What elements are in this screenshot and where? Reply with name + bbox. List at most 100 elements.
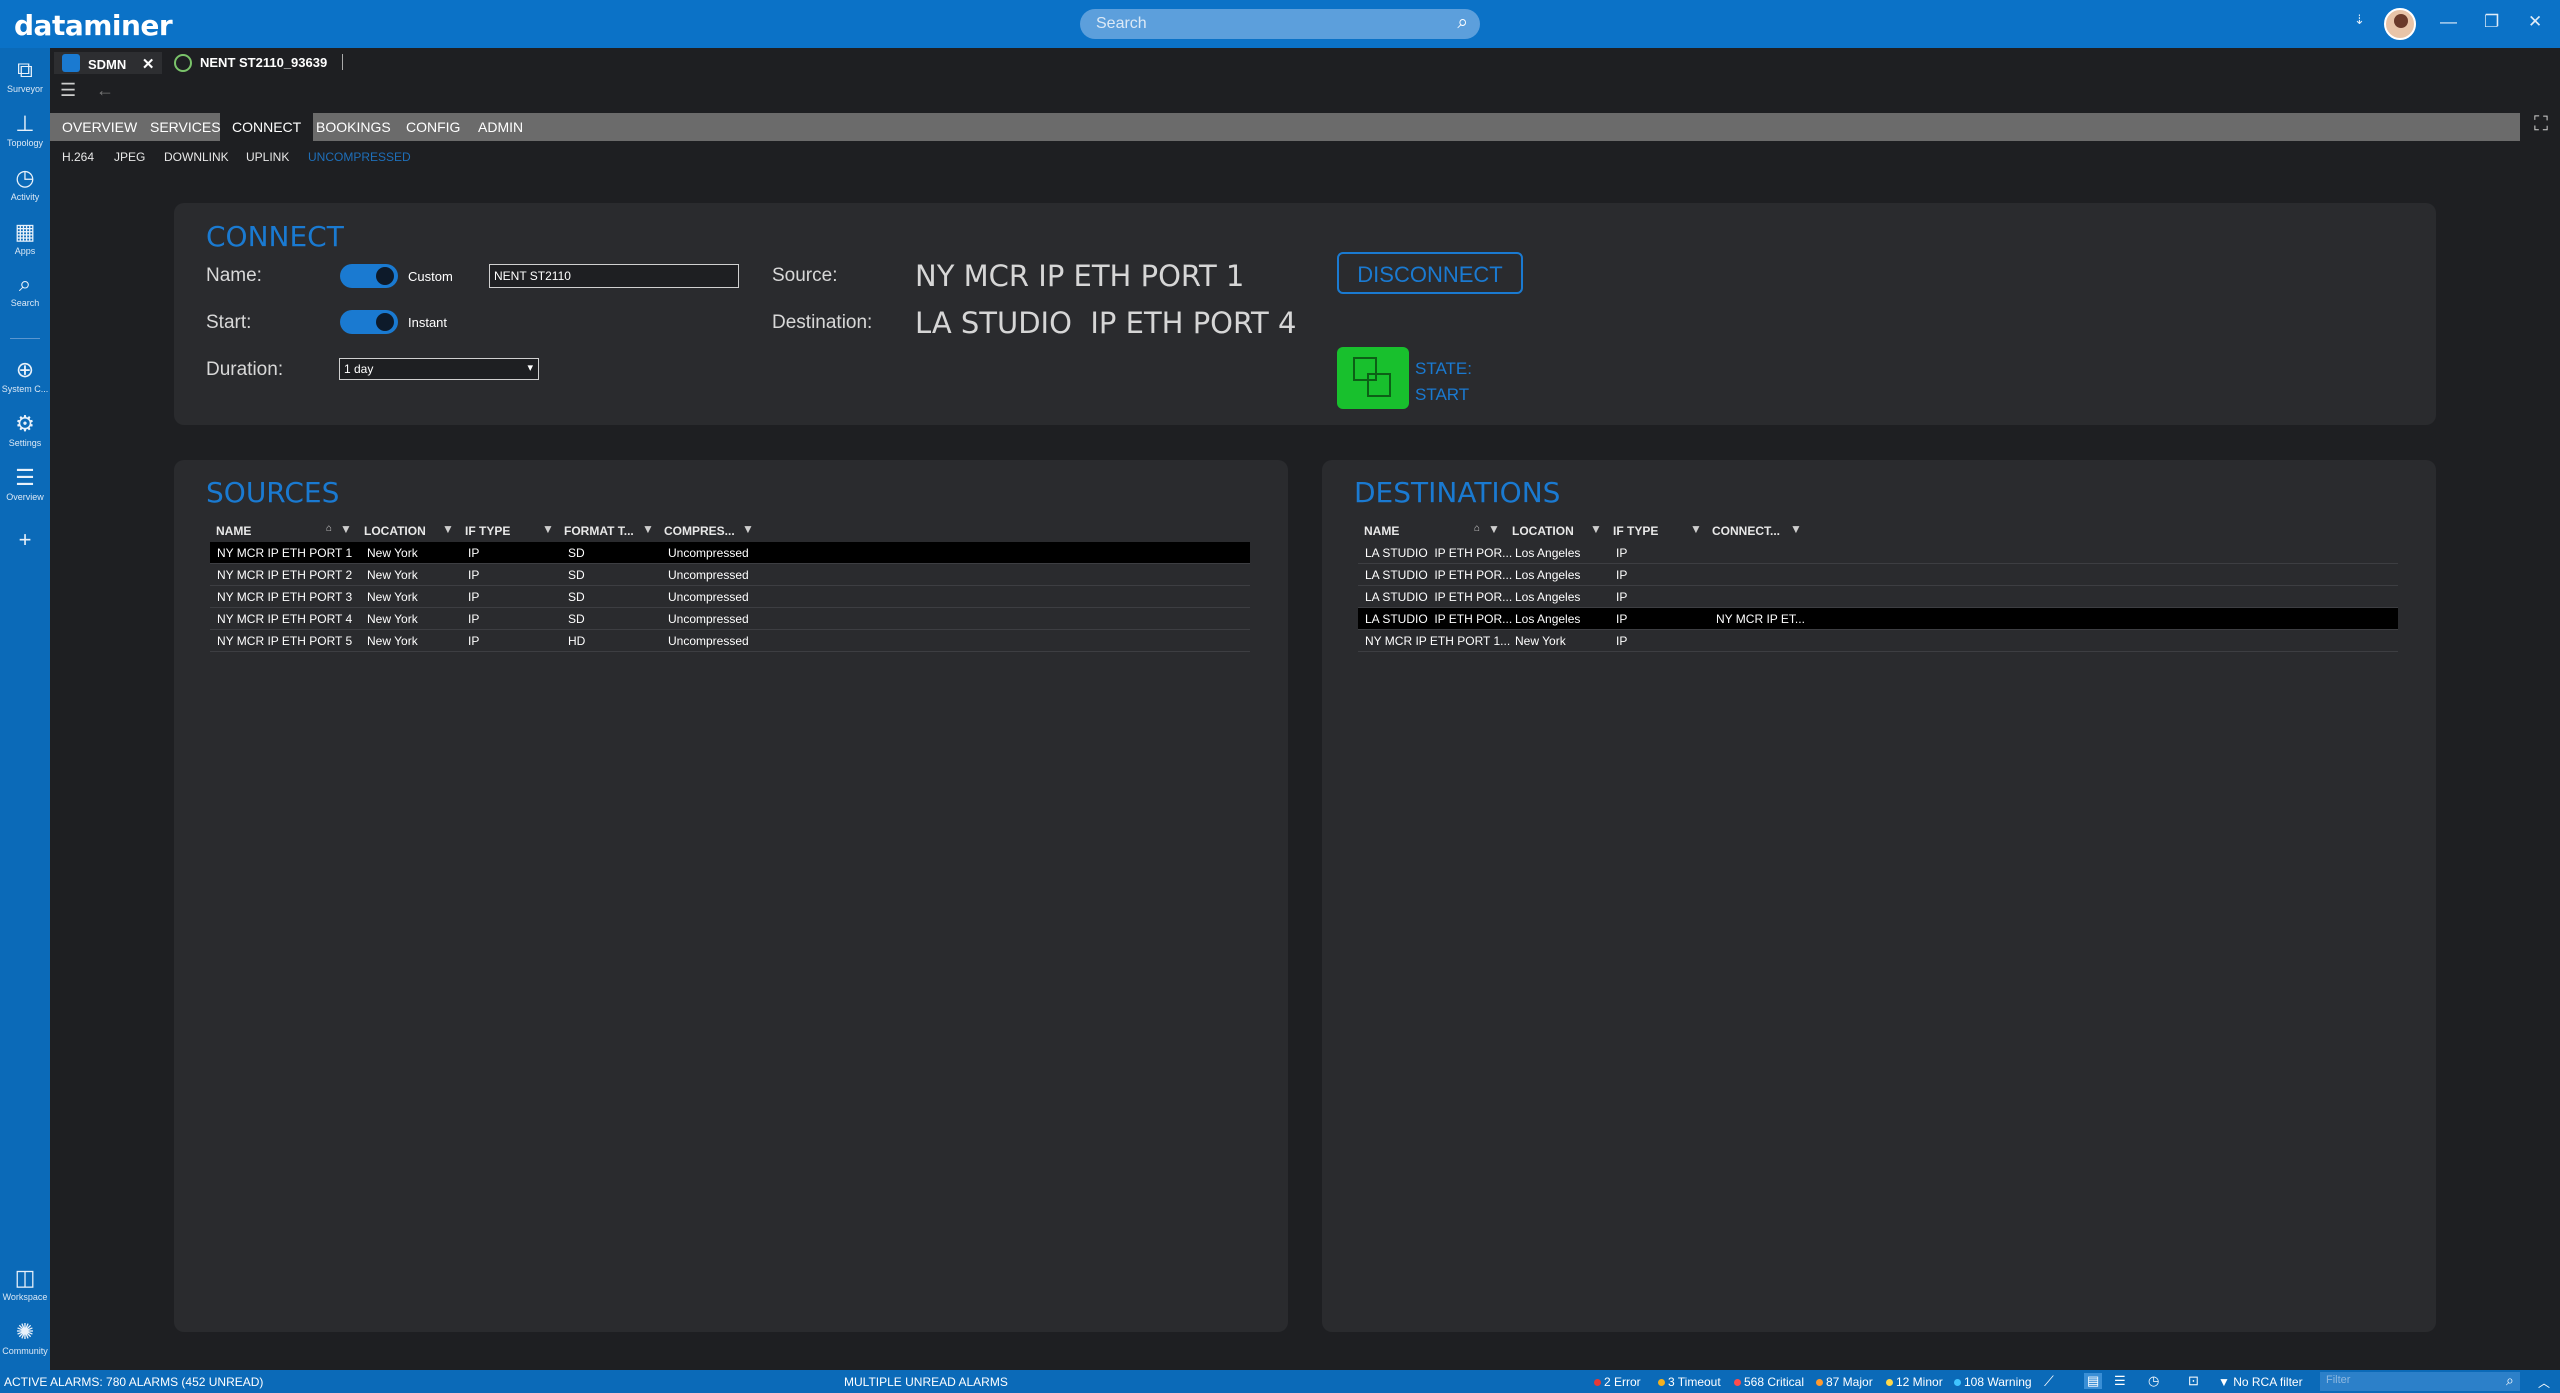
column-header-compression[interactable]: COMPRES...	[664, 524, 735, 538]
unread-alarms-text[interactable]: MULTIPLE UNREAD ALARMS	[844, 1375, 1008, 1389]
chart-icon[interactable]: ⟋	[2044, 1373, 2054, 1390]
critical-count[interactable]: 568 Critical	[1734, 1375, 1804, 1389]
tab-bar: SDMN ✕ NENT ST2110_93639	[50, 48, 2560, 76]
search-input[interactable]: Search ⌕	[1080, 9, 1480, 39]
table-row[interactable]: LA STUDIO IP ETH POR... Los Angeles IP	[1358, 586, 2398, 608]
active-alarms-link[interactable]: ACTIVE ALARMS: 780 ALARMS (452 UNREAD)	[4, 1375, 263, 1389]
column-header-location[interactable]: LOCATION	[1512, 524, 1574, 538]
rca-filter[interactable]: ▼ No RCA filter	[2218, 1375, 2303, 1389]
search-icon[interactable]: ⌕	[1457, 12, 1468, 34]
list-view-icon[interactable]: ▤	[2084, 1373, 2103, 1389]
table-row[interactable]: NY MCR IP ETH PORT 3 New York IP SD Uncompre…	[210, 586, 1250, 608]
notification-icon[interactable]: ⇣	[2354, 12, 2365, 28]
menu-admin[interactable]: ADMIN	[466, 113, 535, 141]
menu-connect[interactable]: CONNECT	[220, 113, 314, 141]
filter-icon[interactable]: ▼	[1590, 522, 1602, 536]
chevron-up-icon[interactable]: ︿	[2538, 1374, 2550, 1391]
back-arrow-icon[interactable]: ←	[96, 80, 114, 101]
table-row[interactable]: NY MCR IP ETH PORT 1 New York IP SD Uncompre…	[210, 542, 1250, 564]
submenu-downlink[interactable]: DOWNLINK	[164, 150, 229, 164]
column-header-location[interactable]: LOCATION	[364, 524, 426, 538]
submenu-h264[interactable]: H.264	[62, 150, 94, 164]
sort-lines-icon[interactable]: ☰	[2114, 1373, 2126, 1389]
error-count[interactable]: 2 Error	[1594, 1375, 1641, 1389]
timeout-count[interactable]: 3 Timeout	[1658, 1375, 1721, 1389]
column-header-if-type[interactable]: IF TYPE	[465, 524, 510, 538]
column-header-name[interactable]: NAME	[1364, 524, 1399, 538]
filter-icon[interactable]: ▼	[1790, 522, 1802, 536]
sort-icon[interactable]: ⌂	[326, 523, 332, 534]
sidebar-item-community[interactable]: ✺ Community	[0, 1320, 50, 1357]
warning-icon	[1954, 1379, 1961, 1386]
hamburger-icon[interactable]: ☰	[60, 80, 76, 101]
focus-icon[interactable]: ⊡	[2188, 1373, 2199, 1389]
alarm-filter-input[interactable]: Filter	[2320, 1372, 2520, 1391]
menu-config[interactable]: CONFIG	[394, 113, 472, 141]
column-header-name[interactable]: NAME	[216, 524, 251, 538]
major-count[interactable]: 87 Major	[1816, 1375, 1873, 1389]
sidebar-item-workspace[interactable]: ◫ Workspace	[0, 1266, 50, 1303]
add-app-button[interactable]: +	[0, 528, 50, 552]
tab-nent[interactable]: NENT ST2110_93639	[166, 52, 335, 74]
close-window-button[interactable]: ✕	[2528, 12, 2542, 32]
start-toggle[interactable]	[340, 310, 398, 334]
submenu-uncompressed[interactable]: UNCOMPRESSED	[308, 150, 411, 164]
disconnect-button[interactable]: DISCONNECT	[1337, 252, 1523, 294]
surveyor-icon: ⧉	[17, 57, 33, 82]
filter-icon[interactable]: ▼	[1488, 522, 1500, 536]
minimize-button[interactable]: —	[2440, 12, 2457, 32]
tab-sdmn[interactable]: SDMN ✕	[54, 52, 163, 74]
column-header-format[interactable]: FORMAT T...	[564, 524, 634, 538]
table-row[interactable]: LA STUDIO IP ETH POR... Los Angeles IP	[1358, 542, 2398, 564]
close-tab-icon[interactable]: ✕	[142, 56, 155, 73]
minor-count[interactable]: 12 Minor	[1886, 1375, 1943, 1389]
sidebar-item-topology[interactable]: ⊥ Topology	[0, 112, 50, 149]
sidebar-item-label: Settings	[8, 438, 42, 448]
major-icon	[1816, 1379, 1823, 1386]
filter-icon[interactable]: ▼	[442, 522, 454, 536]
sidebar-item-search[interactable]: ⌕ Search	[0, 272, 50, 309]
restore-button[interactable]: ❐	[2484, 12, 2499, 32]
sidebar-item-surveyor[interactable]: ⧉ Surveyor	[0, 57, 50, 95]
column-header-connection[interactable]: CONNECT...	[1712, 524, 1780, 538]
critical-icon	[1734, 1379, 1741, 1386]
table-row[interactable]: NY MCR IP ETH PORT 2 New York IP SD Uncompre…	[210, 564, 1250, 586]
table-row[interactable]: NY MCR IP ETH PORT 1... New York IP	[1358, 630, 2398, 652]
menu-bookings[interactable]: BOOKINGS	[304, 113, 403, 141]
submenu-jpeg[interactable]: JPEG	[114, 150, 145, 164]
table-row[interactable]: NY MCR IP ETH PORT 5 New York IP HD Uncompre…	[210, 630, 1250, 652]
clock-icon[interactable]: ◷	[2148, 1373, 2159, 1389]
filter-icon[interactable]: ▼	[742, 522, 754, 536]
sort-icon[interactable]: ⌂	[1474, 523, 1480, 534]
list-icon: ☰	[15, 465, 35, 490]
sidebar-item-activity[interactable]: ◷ Activity	[0, 166, 50, 203]
submenu-uplink[interactable]: UPLINK	[246, 150, 289, 164]
search-icon[interactable]: ⌕	[2506, 1372, 2514, 1389]
sidebar-item-system-center[interactable]: ⊕ System C...	[0, 358, 50, 395]
table-row[interactable]: LA STUDIO IP ETH POR... Los Angeles IP	[1358, 564, 2398, 586]
column-header-if-type[interactable]: IF TYPE	[1613, 524, 1658, 538]
filter-icon[interactable]: ▼	[340, 522, 352, 536]
sidebar-item-label: Workspace	[2, 1292, 48, 1302]
sidebar-item-settings[interactable]: ⚙ Settings	[0, 412, 50, 449]
sidebar-item-overview[interactable]: ☰ Overview	[0, 465, 50, 503]
sidebar: ⧉ Surveyor ⊥ Topology ◷ Activity ▦ Apps …	[0, 48, 50, 1370]
sidebar-item-apps[interactable]: ▦ Apps	[0, 220, 50, 257]
filter-icon[interactable]: ▼	[1690, 522, 1702, 536]
table-cell: NY MCR IP ETH PORT 4	[217, 612, 353, 626]
name-toggle[interactable]	[340, 264, 398, 288]
name-input[interactable]: NENT ST2110	[489, 264, 739, 288]
menu-overview[interactable]: OVERVIEW	[50, 113, 149, 141]
filter-icon[interactable]: ▼	[642, 522, 654, 536]
duration-select[interactable]: 1 day	[339, 358, 539, 380]
fullscreen-icon[interactable]: ⛶	[2534, 113, 2548, 136]
state-value: START	[1415, 385, 1470, 404]
table-row[interactable]: NY MCR IP ETH PORT 4 New York IP SD Uncompre…	[210, 608, 1250, 630]
filter-icon[interactable]: ▼	[542, 522, 554, 536]
menu-services[interactable]: SERVICES	[138, 113, 233, 141]
avatar[interactable]	[2384, 8, 2416, 40]
timeout-icon	[1658, 1379, 1665, 1386]
table-row[interactable]: LA STUDIO IP ETH POR... Los Angeles IP NY M…	[1358, 608, 2398, 630]
warning-count[interactable]: 108 Warning	[1954, 1375, 2032, 1389]
table-cell: SD	[568, 546, 585, 560]
